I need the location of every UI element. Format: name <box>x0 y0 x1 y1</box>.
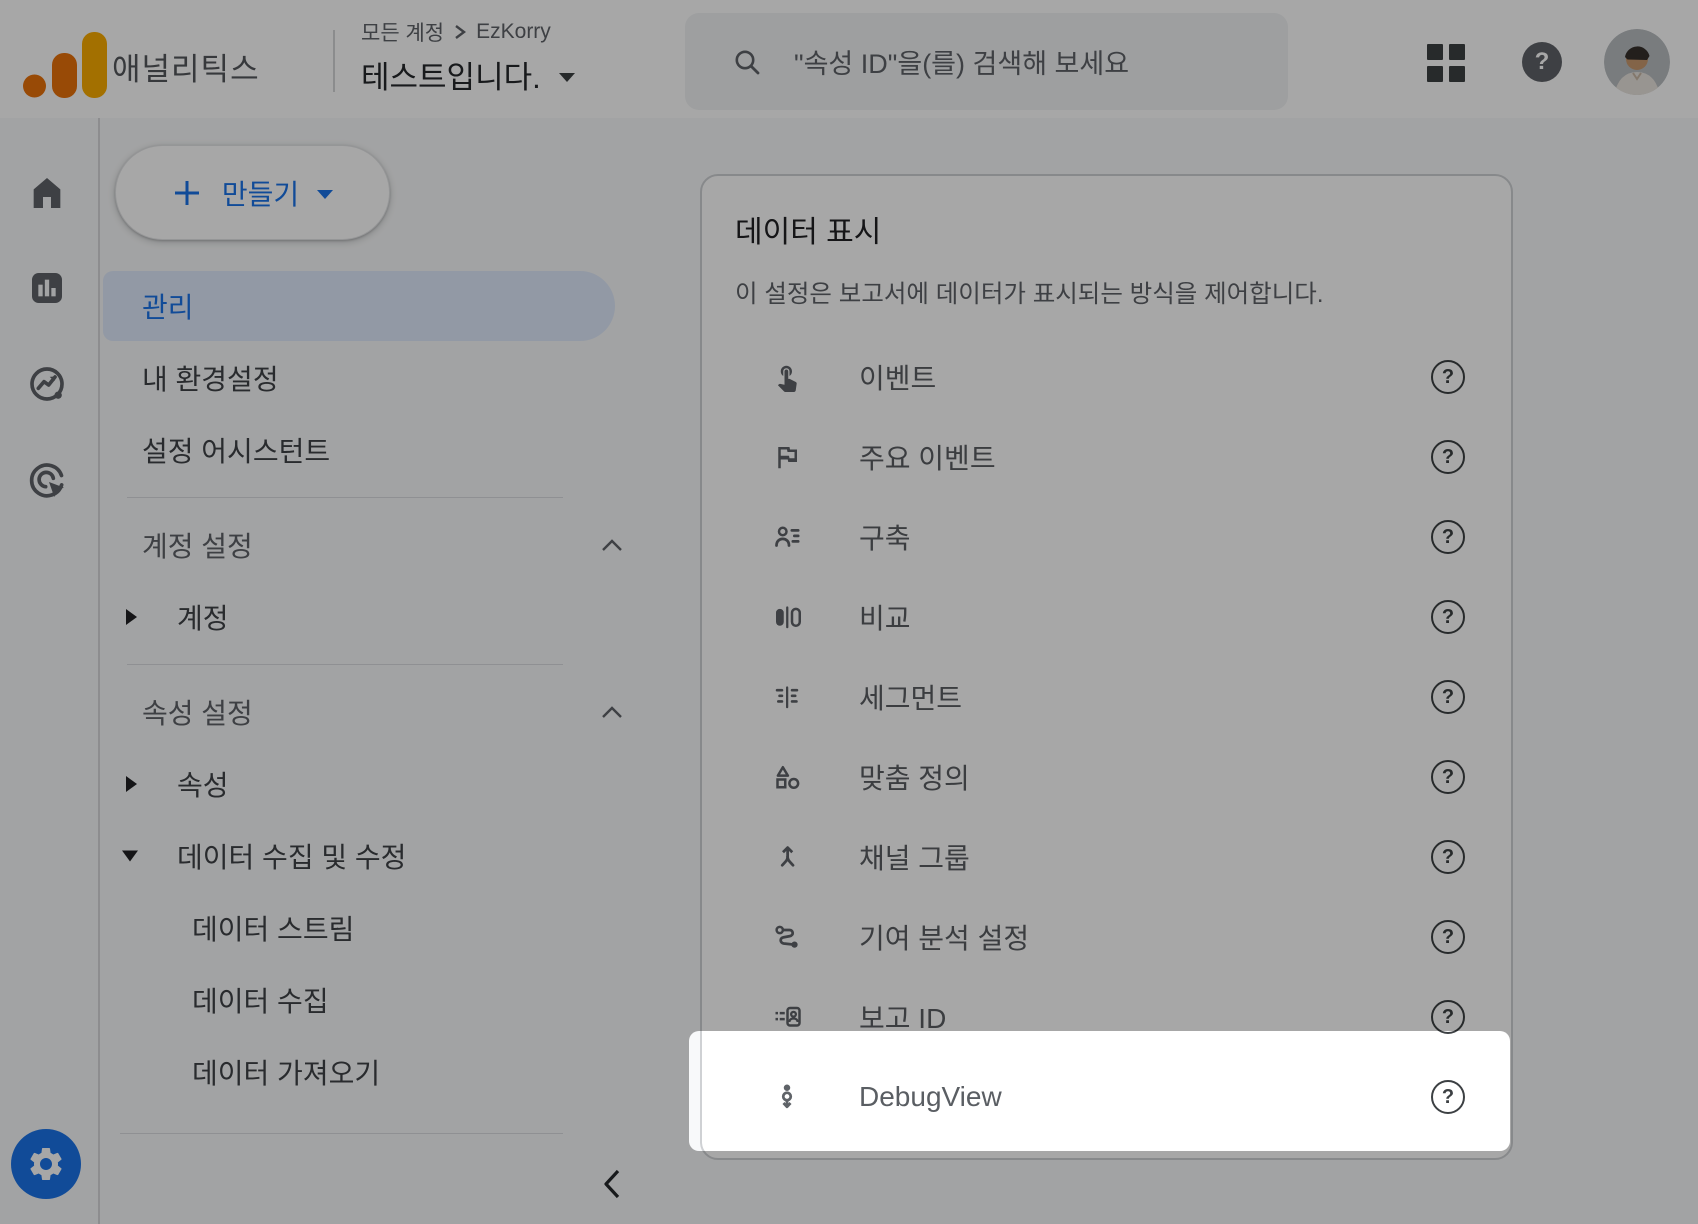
chevron-up-icon[interactable] <box>600 704 624 720</box>
nav-item-my-preferences[interactable]: 내 환경설정 <box>100 342 660 414</box>
nav-item-setup-assistant[interactable]: 설정 어시스턴트 <box>100 414 660 486</box>
avatar[interactable] <box>1604 29 1670 95</box>
card-title: 데이터 표시 <box>735 207 1511 251</box>
help-icon[interactable]: ? <box>1431 760 1465 794</box>
breadcrumb[interactable]: 모든 계정 EzKorry 테스트입니다. <box>361 17 575 97</box>
row-debugview[interactable]: DebugView ? <box>702 1057 1511 1137</box>
nav-item-data-streams[interactable]: 데이터 스트림 <box>100 892 660 964</box>
row-reporting-identity[interactable]: 보고 ID ? <box>702 977 1511 1057</box>
property-name: 테스트입니다. <box>361 52 541 97</box>
search-input[interactable]: "속성 ID"을(를) 검색해 보세요 <box>685 13 1288 110</box>
caret-right-icon[interactable] <box>126 609 137 625</box>
nav-item-account[interactable]: 계정 <box>100 581 660 653</box>
data-display-card: 데이터 표시 이 설정은 보고서에 데이터가 표시되는 방식을 제어합니다. 이… <box>700 174 1513 1160</box>
row-events[interactable]: 이벤트 ? <box>702 337 1511 417</box>
row-audiences[interactable]: 구축 ? <box>702 497 1511 577</box>
explore-icon[interactable] <box>27 364 67 404</box>
route-icon <box>772 922 802 952</box>
row-channel-groups[interactable]: 채널 그룹 ? <box>702 817 1511 897</box>
search-placeholder: "속성 ID"을(를) 검색해 보세요 <box>794 42 1129 81</box>
debugview-icon <box>772 1082 802 1112</box>
segment-icon <box>772 682 802 712</box>
header-divider <box>333 30 335 92</box>
merge-icon <box>772 842 802 872</box>
flag-icon <box>772 442 802 472</box>
help-icon[interactable]: ? <box>1431 600 1465 634</box>
plus-icon <box>172 178 202 208</box>
help-button[interactable]: ? <box>1522 42 1562 82</box>
nav-item-data-collection-sub[interactable]: 데이터 수집 <box>100 964 660 1036</box>
nav-item-admin[interactable]: 관리 <box>100 270 660 342</box>
badge-icon <box>772 1002 802 1032</box>
caret-right-icon[interactable] <box>126 776 137 792</box>
admin-nav: 만들기 관리 내 환경설정 설정 어시스턴트 계정 설정 계정 속성 설정 <box>100 118 660 1224</box>
search-icon <box>732 47 762 77</box>
row-segments[interactable]: 세그먼트 ? <box>702 657 1511 737</box>
dropdown-arrow-icon <box>559 73 575 82</box>
shapes-icon <box>772 762 802 792</box>
create-button[interactable]: 만들기 <box>115 145 390 240</box>
home-icon[interactable] <box>27 173 67 213</box>
row-attribution-settings[interactable]: 기여 분석 설정 ? <box>702 897 1511 977</box>
nav-section-property-settings[interactable]: 속성 설정 <box>100 676 660 748</box>
breadcrumb-all-accounts: 모든 계정 <box>361 17 444 47</box>
nav-divider <box>127 664 563 665</box>
row-comparisons[interactable]: 비교 ? <box>702 577 1511 657</box>
tap-icon <box>772 362 802 392</box>
help-icon[interactable]: ? <box>1431 840 1465 874</box>
nav-item-data-import[interactable]: 데이터 가져오기 <box>100 1036 660 1108</box>
help-icon[interactable]: ? <box>1431 520 1465 554</box>
help-icon[interactable]: ? <box>1431 920 1465 954</box>
app-header: 애널리틱스 모든 계정 EzKorry 테스트입니다. "속성 ID"을(를) … <box>0 0 1698 118</box>
setting-list: 이벤트 ? 주요 이벤트 ? 구축 ? 비교 <box>702 337 1511 1137</box>
create-dropdown-icon[interactable] <box>317 190 333 199</box>
nav-divider <box>120 1133 563 1134</box>
caret-down-icon[interactable] <box>122 851 138 862</box>
help-glyph: ? <box>1535 48 1550 76</box>
brand-title: 애널리틱스 <box>112 44 260 89</box>
audience-icon <box>772 522 802 552</box>
nav-section-account-settings[interactable]: 계정 설정 <box>100 509 660 581</box>
property-switcher[interactable]: 테스트입니다. <box>361 52 575 97</box>
analytics-logo-icon[interactable] <box>23 24 109 98</box>
card-description: 이 설정은 보고서에 데이터가 표시되는 방식을 제어합니다. <box>735 275 1511 310</box>
help-icon[interactable]: ? <box>1431 1000 1465 1034</box>
create-button-label: 만들기 <box>222 173 299 213</box>
nav-item-data-collection[interactable]: 데이터 수집 및 수정 <box>100 820 660 892</box>
help-icon[interactable]: ? <box>1431 440 1465 474</box>
chevron-right-icon <box>453 22 467 42</box>
help-icon[interactable]: ? <box>1431 360 1465 394</box>
nav-item-property[interactable]: 속성 <box>100 748 660 820</box>
help-icon[interactable]: ? <box>1431 680 1465 714</box>
collapse-nav-icon[interactable] <box>598 1166 628 1202</box>
advertising-icon[interactable] <box>27 460 67 500</box>
help-icon[interactable]: ? <box>1431 1080 1465 1114</box>
chevron-up-icon[interactable] <box>600 537 624 553</box>
left-rail <box>0 118 100 1224</box>
breadcrumb-account: EzKorry <box>476 20 551 44</box>
nav-divider <box>127 497 563 498</box>
apps-grid-icon[interactable] <box>1427 44 1465 82</box>
compare-icon <box>772 602 802 632</box>
row-key-events[interactable]: 주요 이벤트 ? <box>702 417 1511 497</box>
admin-gear-icon[interactable] <box>11 1129 81 1199</box>
row-custom-definitions[interactable]: 맞춤 정의 ? <box>702 737 1511 817</box>
reports-icon[interactable] <box>27 268 67 308</box>
